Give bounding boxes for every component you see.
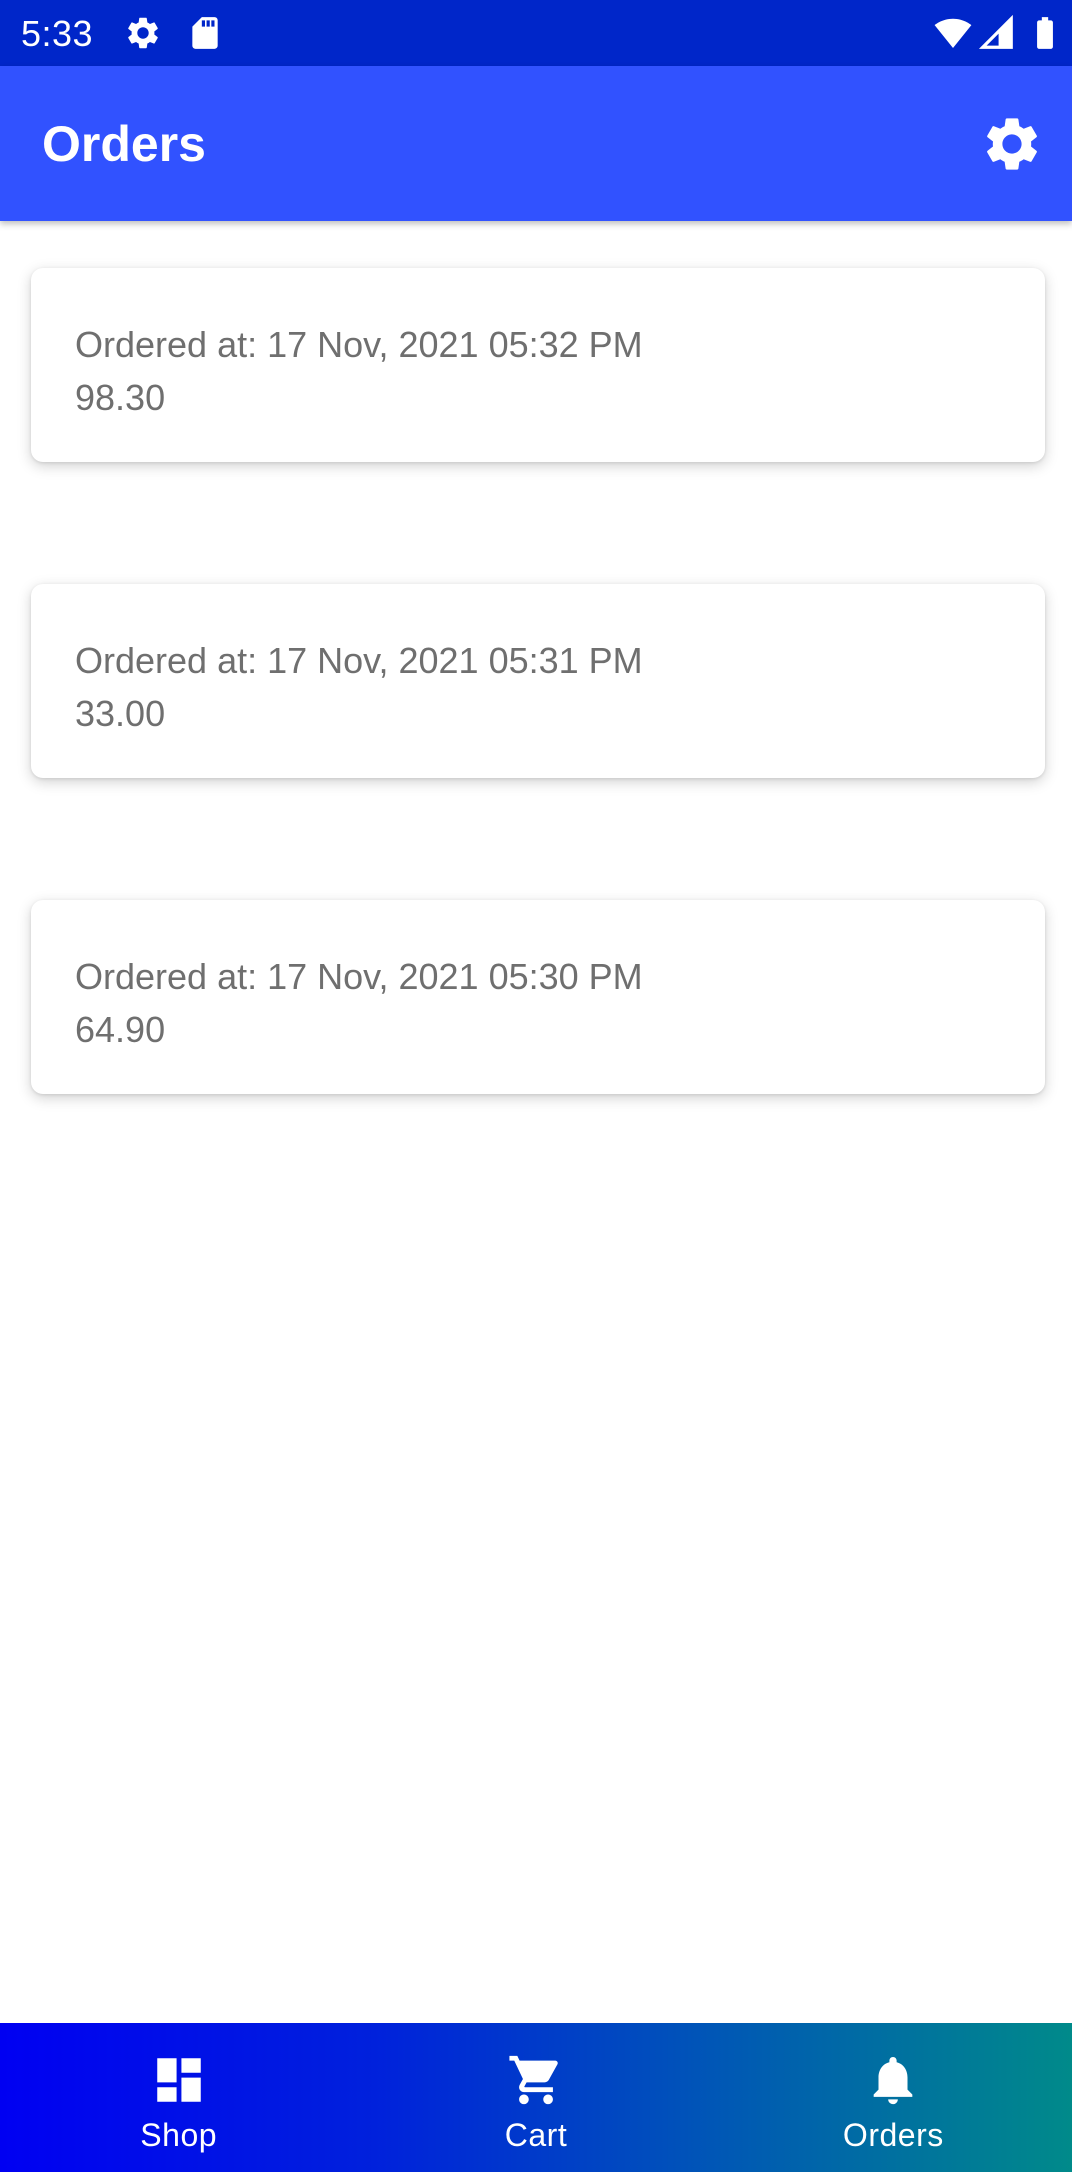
nav-item-shop[interactable]: Shop: [0, 2023, 357, 2172]
order-date: Ordered at: 17 Nov, 2021 05:31 PM: [75, 640, 643, 681]
sd-card-icon: [186, 14, 224, 52]
status-bar: 5:33: [0, 0, 1072, 66]
nav-label-shop: Shop: [140, 2117, 218, 2153]
nav-label-orders: Orders: [842, 2117, 944, 2153]
settings-icon: [987, 118, 1037, 170]
nav-item-orders[interactable]: Orders: [715, 2023, 1072, 2172]
order-card[interactable]: Ordered at: 17 Nov, 2021 05:32 PM 98.30: [31, 268, 1045, 462]
settings-icon: [124, 14, 162, 52]
order-total: 64.90: [75, 1009, 166, 1050]
dashboard-icon: [150, 2051, 208, 2109]
order-total: 33.00: [75, 693, 166, 734]
order-card[interactable]: Ordered at: 17 Nov, 2021 05:31 PM 33.00: [31, 584, 1045, 778]
status-time: 5:33: [21, 13, 94, 54]
bottom-navigation: Shop Cart Orders: [0, 2023, 1072, 2172]
battery-icon: [1026, 14, 1064, 52]
settings-button[interactable]: [980, 112, 1044, 176]
wifi-icon: [934, 14, 972, 52]
order-date: Ordered at: 17 Nov, 2021 05:32 PM: [75, 324, 643, 365]
nav-label-cart: Cart: [504, 2117, 568, 2153]
nav-item-cart[interactable]: Cart: [357, 2023, 714, 2172]
order-card[interactable]: Ordered at: 17 Nov, 2021 05:30 PM 64.90: [31, 900, 1045, 1094]
order-date: Ordered at: 17 Nov, 2021 05:30 PM: [75, 956, 643, 997]
cart-icon: [507, 2051, 565, 2109]
page-title: Orders: [42, 116, 206, 172]
app-bar: Orders: [0, 66, 1072, 221]
bell-icon: [864, 2051, 922, 2109]
cellular-signal-icon: [978, 14, 1016, 52]
order-total: 98.30: [75, 377, 166, 418]
